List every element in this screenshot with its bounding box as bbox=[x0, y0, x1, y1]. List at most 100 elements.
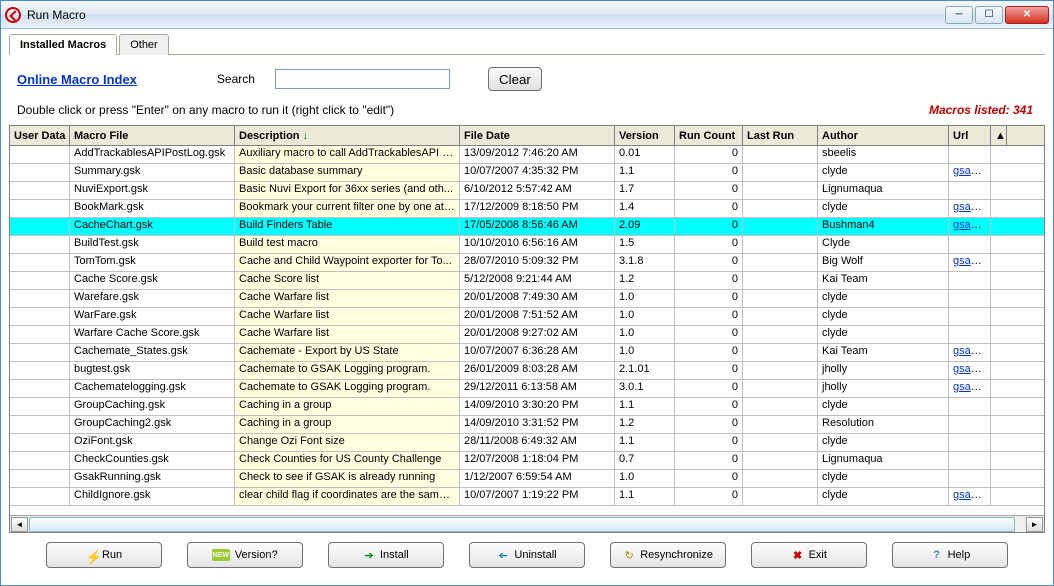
cell-file-date: 26/01/2009 8:03:28 AM bbox=[460, 362, 615, 379]
col-version[interactable]: Version bbox=[615, 126, 675, 145]
url-link[interactable]: gsak.ne bbox=[953, 165, 991, 177]
table-row[interactable]: Warfare Cache Score.gskCache Warfare lis… bbox=[10, 326, 1044, 344]
col-run-count[interactable]: Run Count bbox=[675, 126, 743, 145]
exit-button[interactable]: ✖Exit bbox=[751, 542, 867, 568]
cell-macro-file: BuildTest.gsk bbox=[70, 236, 235, 253]
table-row[interactable]: Cachematelogging.gskCachemate to GSAK Lo… bbox=[10, 380, 1044, 398]
cell-last-run bbox=[743, 218, 818, 235]
online-macro-index-link[interactable]: Online Macro Index bbox=[17, 72, 137, 87]
cell-macro-file: CheckCounties.gsk bbox=[70, 452, 235, 469]
cell-run-count: 0 bbox=[675, 488, 743, 505]
url-link[interactable]: gsak.ne bbox=[953, 255, 991, 267]
search-input[interactable] bbox=[275, 69, 450, 89]
cell-author: Resolution bbox=[818, 416, 949, 433]
col-file-date[interactable]: File Date bbox=[460, 126, 615, 145]
table-row[interactable]: GroupCaching.gskCaching in a group14/09/… bbox=[10, 398, 1044, 416]
table-row[interactable]: AddTrackablesAPIPostLog.gskAuxiliary mac… bbox=[10, 146, 1044, 164]
cell-run-count: 0 bbox=[675, 434, 743, 451]
table-row[interactable]: OziFont.gskChange Ozi Font size28/11/200… bbox=[10, 434, 1044, 452]
button-bar: ⚡Run NEWVersion? ➔Install ➔Uninstall ↻Re… bbox=[9, 533, 1045, 577]
cell-last-run bbox=[743, 146, 818, 163]
table-row[interactable]: NuviExport.gskBasic Nuvi Export for 36xx… bbox=[10, 182, 1044, 200]
scroll-right-arrow-icon[interactable]: ► bbox=[1026, 517, 1043, 532]
cell-author: clyde bbox=[818, 434, 949, 451]
help-button[interactable]: ?Help bbox=[892, 542, 1008, 568]
col-author[interactable]: Author bbox=[818, 126, 949, 145]
table-row[interactable]: Cachemate_States.gskCachemate - Export b… bbox=[10, 344, 1044, 362]
clear-button[interactable]: Clear bbox=[488, 67, 542, 91]
table-row[interactable]: BookMark.gskBookmark your current filter… bbox=[10, 200, 1044, 218]
table-row[interactable]: CheckCounties.gskCheck Counties for US C… bbox=[10, 452, 1044, 470]
table-row[interactable]: GsakRunning.gskCheck to see if GSAK is a… bbox=[10, 470, 1044, 488]
table-row[interactable]: BuildTest.gskBuild test macro10/10/2010 … bbox=[10, 236, 1044, 254]
tab-installed-macros[interactable]: Installed Macros bbox=[9, 34, 117, 55]
col-user-data[interactable]: User Data bbox=[10, 126, 70, 145]
cell-macro-file: NuviExport.gsk bbox=[70, 182, 235, 199]
url-link[interactable]: gsak.ne bbox=[953, 489, 991, 501]
version-button[interactable]: NEWVersion? bbox=[187, 542, 303, 568]
table-row[interactable]: TomTom.gskCache and Child Waypoint expor… bbox=[10, 254, 1044, 272]
close-button[interactable]: ✕ bbox=[1005, 6, 1049, 24]
cell-file-date: 10/10/2010 6:56:16 AM bbox=[460, 236, 615, 253]
minimize-button[interactable]: ─ bbox=[945, 6, 973, 24]
cell-version: 1.0 bbox=[615, 326, 675, 343]
cell-author: jholly bbox=[818, 362, 949, 379]
cell-last-run bbox=[743, 290, 818, 307]
url-link[interactable]: gsak.ne bbox=[953, 201, 991, 213]
cell-file-date: 10/07/2007 6:36:28 AM bbox=[460, 344, 615, 361]
cell-user-data bbox=[10, 182, 70, 199]
scroll-left-arrow-icon[interactable]: ◄ bbox=[11, 517, 28, 532]
cell-macro-file: bugtest.gsk bbox=[70, 362, 235, 379]
resynchronize-button[interactable]: ↻Resynchronize bbox=[610, 542, 726, 568]
cell-url bbox=[949, 326, 991, 343]
cell-run-count: 0 bbox=[675, 254, 743, 271]
maximize-button[interactable]: ☐ bbox=[975, 6, 1003, 24]
grid-body[interactable]: AddTrackablesAPIPostLog.gskAuxiliary mac… bbox=[10, 146, 1044, 515]
url-link[interactable]: gsak.ne bbox=[953, 219, 991, 231]
window-title: Run Macro bbox=[27, 8, 945, 22]
install-button[interactable]: ➔Install bbox=[328, 542, 444, 568]
table-row[interactable]: ChildIgnore.gskclear child flag if coord… bbox=[10, 488, 1044, 506]
macro-grid: User Data Macro File Description↓ File D… bbox=[9, 125, 1045, 533]
horizontal-scrollbar[interactable]: ◄ ► bbox=[10, 515, 1044, 532]
table-row[interactable]: WarFare.gskCache Warfare list20/01/2008 … bbox=[10, 308, 1044, 326]
cell-last-run bbox=[743, 236, 818, 253]
cell-last-run bbox=[743, 308, 818, 325]
title-bar: Run Macro ─ ☐ ✕ bbox=[1, 1, 1053, 29]
cell-version: 1.2 bbox=[615, 272, 675, 289]
table-row[interactable]: CacheChart.gskBuild Finders Table17/05/2… bbox=[10, 218, 1044, 236]
col-macro-file[interactable]: Macro File bbox=[70, 126, 235, 145]
cell-user-data bbox=[10, 488, 70, 505]
cell-file-date: 29/12/2011 6:13:58 AM bbox=[460, 380, 615, 397]
url-link[interactable]: gsak.ne bbox=[953, 345, 991, 357]
col-url[interactable]: Url bbox=[949, 126, 991, 145]
cell-file-date: 10/07/2007 1:19:22 PM bbox=[460, 488, 615, 505]
cell-macro-file: Cachematelogging.gsk bbox=[70, 380, 235, 397]
url-link[interactable]: gsak.ne bbox=[953, 381, 991, 393]
cell-file-date: 20/01/2008 7:49:30 AM bbox=[460, 290, 615, 307]
scroll-track[interactable] bbox=[29, 517, 1025, 532]
cell-url bbox=[949, 290, 991, 307]
cell-description: Build Finders Table bbox=[235, 218, 460, 235]
table-row[interactable]: Warefare.gskCache Warfare list20/01/2008… bbox=[10, 290, 1044, 308]
scroll-thumb[interactable] bbox=[29, 517, 1015, 532]
cell-run-count: 0 bbox=[675, 380, 743, 397]
col-last-run[interactable]: Last Run bbox=[743, 126, 818, 145]
url-link[interactable]: gsak.ne bbox=[953, 363, 991, 375]
cell-url: gsak.ne bbox=[949, 488, 991, 505]
table-row[interactable]: Cache Score.gskCache Score list5/12/2008… bbox=[10, 272, 1044, 290]
cell-run-count: 0 bbox=[675, 344, 743, 361]
col-description[interactable]: Description↓ bbox=[235, 126, 460, 145]
cell-user-data bbox=[10, 146, 70, 163]
table-row[interactable]: GroupCaching2.gskCaching in a group14/09… bbox=[10, 416, 1044, 434]
run-button[interactable]: ⚡Run bbox=[46, 542, 162, 568]
uninstall-button[interactable]: ➔Uninstall bbox=[469, 542, 585, 568]
cell-author: clyde bbox=[818, 308, 949, 325]
table-row[interactable]: bugtest.gskCachemate to GSAK Logging pro… bbox=[10, 362, 1044, 380]
cell-file-date: 1/12/2007 6:59:54 AM bbox=[460, 470, 615, 487]
cell-user-data bbox=[10, 164, 70, 181]
cell-macro-file: TomTom.gsk bbox=[70, 254, 235, 271]
search-label: Search bbox=[217, 72, 255, 86]
tab-other[interactable]: Other bbox=[119, 34, 169, 55]
table-row[interactable]: Summary.gskBasic database summary10/07/2… bbox=[10, 164, 1044, 182]
